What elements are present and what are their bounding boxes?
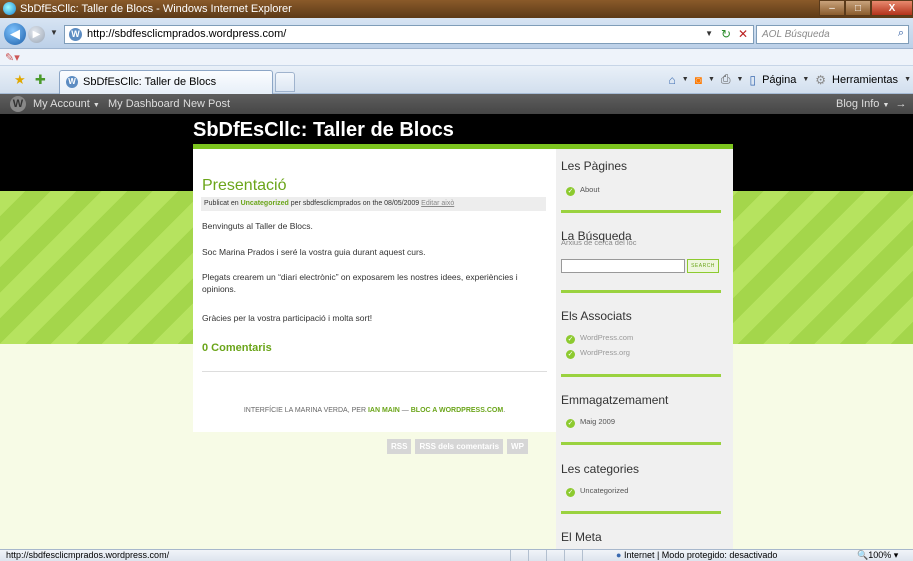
check-circle-icon: ✓ — [566, 488, 575, 497]
meta-heading: El Meta — [561, 530, 602, 544]
window-controls: – □ X — [819, 0, 913, 16]
sidebar-divider — [561, 290, 721, 293]
wordpress-logo-icon[interactable]: W — [10, 96, 26, 112]
feed-buttons: RSS RSS dels comentaris WP — [387, 439, 528, 454]
edit-post-link[interactable]: Editar això — [421, 200, 454, 207]
print-icon[interactable]: ⎙ — [721, 72, 731, 87]
back-arrow-icon[interactable]: ◀ — [4, 23, 26, 45]
theme-author-link[interactable]: IAN MAIN — [368, 407, 400, 414]
post-paragraph: Plegats crearem un “diari electrònic” on… — [202, 272, 518, 294]
refresh-icon[interactable]: ↻ — [721, 27, 731, 41]
blog-info-menu[interactable]: Blog Info ▼ → — [836, 98, 907, 110]
tools-gear-icon: ⚙ — [815, 72, 827, 87]
post-paragraph: Gràcies per la vostra participació i mol… — [202, 313, 373, 323]
category-link[interactable]: Uncategorized — [241, 200, 289, 207]
wp-admin-bar: W My Account ▼ My Dashboard New Post Blo… — [0, 94, 913, 114]
address-url[interactable]: http://sbdfesclicmprados.wordpress.com/ — [87, 28, 286, 40]
sidebar-item-category[interactable]: ✓ Uncategorized — [566, 486, 628, 497]
sidebar-divider — [561, 511, 721, 514]
rss-comments-button[interactable]: RSS dels comentaris — [415, 439, 504, 454]
archives-heading: Emmagatzemament — [561, 393, 669, 407]
search-placeholder: AOL Búsqueda — [762, 29, 830, 40]
wordpress-favicon-icon: W — [66, 76, 78, 88]
window-title: SbDfEsCllc: Taller de Blocs - Windows In… — [20, 3, 292, 15]
post-paragraph: Soc Marina Prados i seré la vostra guia … — [202, 247, 426, 257]
rss-feed-icon[interactable]: ◙ — [695, 73, 702, 87]
address-input[interactable]: W http://sbdfesclicmprados.wordpress.com… — [64, 25, 754, 44]
categories-heading: Les categories — [561, 462, 640, 476]
post-paragraph: Benvinguts al Taller de Blocs. — [202, 221, 313, 231]
search-subtitle: Arxius de cerca del loc — [561, 238, 637, 247]
address-dropdown-icon[interactable]: ▼ — [705, 29, 713, 38]
forward-arrow-icon[interactable]: ▶ — [28, 26, 45, 43]
tab-row: ★ ✚ W SbDfEsCllc: Taller de Blocs ⌂ ▼ ◙ ▼ … — [0, 66, 913, 94]
wordpress-favicon-icon: W — [69, 28, 82, 41]
pages-heading: Les Pàgines — [561, 159, 628, 173]
globe-icon: ● — [616, 550, 622, 560]
search-icon[interactable]: ⌕ — [898, 27, 904, 40]
sidebar: Les Pàgines ✓ About La Búsqueda Arxius de… — [556, 144, 733, 549]
sidebar-item-archive[interactable]: ✓ Maig 2009 — [566, 417, 615, 428]
content-divider — [202, 371, 547, 372]
my-dashboard-link[interactable]: My Dashboard — [108, 98, 180, 110]
page-menu[interactable]: Página — [762, 74, 796, 86]
sidebar-divider — [561, 210, 721, 213]
sidebar-search-button[interactable]: SEARCH — [687, 259, 719, 273]
favorites-star-icon[interactable]: ★ — [14, 72, 26, 88]
home-icon[interactable]: ⌂ — [669, 73, 676, 87]
main-content: Presentació Publicat en Uncategorized pe… — [193, 144, 556, 432]
sidebar-divider — [561, 374, 721, 377]
new-post-link[interactable]: New Post — [183, 98, 230, 110]
tab-title: SbDfEsCllc: Taller de Blocs — [83, 76, 217, 88]
check-circle-icon: ✓ — [566, 187, 575, 196]
command-row: ✎▾ — [0, 49, 913, 66]
comments-link[interactable]: 0 Comentaris — [202, 342, 272, 354]
check-circle-icon: ✓ — [566, 419, 575, 428]
rss-button[interactable]: RSS — [387, 439, 412, 454]
tools-menu[interactable]: Herramientas — [832, 74, 898, 86]
sidebar-item-about[interactable]: ✓ About — [566, 185, 600, 196]
content-footer: INTERFÍCIE LA MARINA VERDA, PER IAN MAIN… — [243, 407, 506, 414]
new-tab-button[interactable] — [275, 72, 295, 92]
links-heading: Els Associats — [561, 309, 632, 323]
minimize-button[interactable]: – — [819, 0, 845, 16]
zoom-level[interactable]: 🔍100% ▾ — [857, 550, 898, 561]
my-account-menu[interactable]: My Account ▼ — [33, 98, 100, 110]
post-meta: Publicat en Uncategorized per sbdfesclic… — [201, 197, 546, 211]
security-zone[interactable]: ● Internet | Modo protegido: desactivado — [616, 550, 777, 560]
translate-icon[interactable]: ✎▾ — [5, 51, 20, 64]
check-circle-icon: ✓ — [566, 335, 575, 344]
check-circle-icon: ✓ — [566, 350, 575, 359]
search-input[interactable]: AOL Búsqueda ⌕ — [756, 25, 909, 44]
sidebar-item-wordpress-org[interactable]: ✓ WordPress.org — [566, 348, 630, 359]
status-dividers — [510, 550, 600, 561]
address-toolbar: ◀ ▶ ▼ W http://sbdfesclicmprados.wordpre… — [0, 18, 913, 49]
stop-icon[interactable]: ✕ — [738, 27, 748, 41]
add-favorites-icon[interactable]: ✚ — [35, 72, 46, 88]
status-url: http://sbdfesclicmprados.wordpress.com/ — [6, 550, 170, 560]
sidebar-divider — [561, 442, 721, 445]
wp-button[interactable]: WP — [507, 439, 528, 454]
blog-title[interactable]: SbDfEsCllc: Taller de Blocs — [193, 119, 454, 142]
history-dropdown-icon[interactable]: ▼ — [50, 28, 58, 37]
maximize-button[interactable]: □ — [845, 0, 871, 16]
command-bar: ⌂ ▼ ◙ ▼ ⎙ ▼ ▯ Página ▼ ⚙ Herramientas ▼ — [668, 72, 911, 87]
page-icon: ▯ — [749, 72, 757, 87]
wordpress-link[interactable]: BLOC A WORDPRESS.COM — [411, 407, 503, 414]
close-button[interactable]: X — [871, 0, 913, 16]
status-bar: http://sbdfesclicmprados.wordpress.com/ … — [0, 549, 913, 561]
post-title[interactable]: Presentació — [202, 177, 287, 195]
sidebar-item-wordpress-com[interactable]: ✓ WordPress.com — [566, 333, 633, 344]
tab-current[interactable]: W SbDfEsCllc: Taller de Blocs — [59, 70, 273, 94]
browser-viewport: W My Account ▼ My Dashboard New Post Blo… — [0, 94, 913, 549]
ie-logo-icon — [3, 2, 16, 15]
sidebar-search-input[interactable] — [561, 259, 685, 273]
window-titlebar: SbDfEsCllc: Taller de Blocs - Windows In… — [0, 0, 913, 18]
